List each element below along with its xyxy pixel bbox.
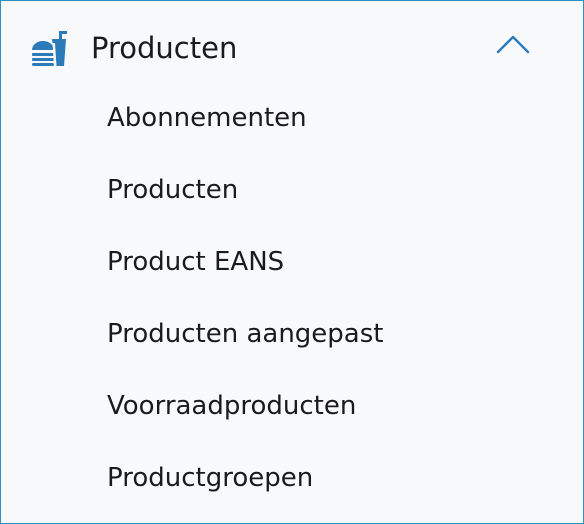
submenu-item-voorraadproducten[interactable]: Voorraadproducten — [107, 384, 567, 428]
sidebar-menu-panel: Producten Abonnementen Producten Product… — [0, 0, 584, 524]
submenu-item-productgroepen[interactable]: Productgroepen — [107, 456, 567, 500]
submenu-item-abonnementen[interactable]: Abonnementen — [107, 96, 567, 140]
producten-submenu: Abonnementen Producten Product EANS Prod… — [1, 1, 583, 523]
submenu-item-producten[interactable]: Producten — [107, 168, 567, 212]
submenu-item-producten-aangepast[interactable]: Producten aangepast — [107, 312, 567, 356]
submenu-item-product-eans[interactable]: Product EANS — [107, 240, 567, 284]
